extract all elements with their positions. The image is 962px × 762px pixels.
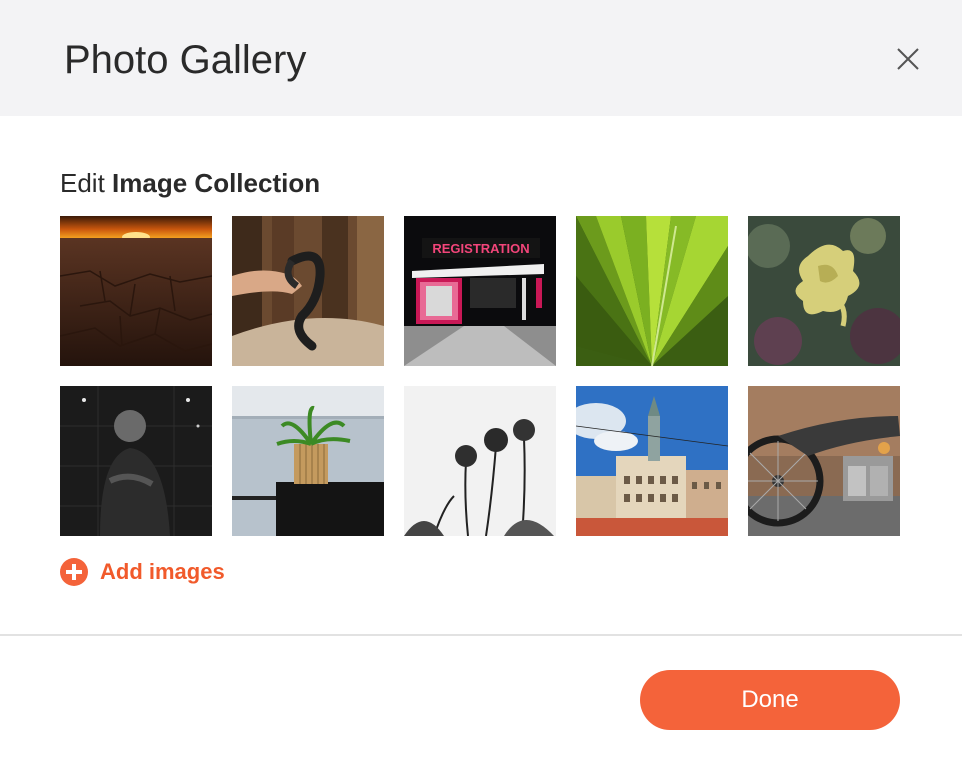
man-dark-room-image [60, 386, 212, 536]
allium-flowers-image [404, 386, 556, 536]
image-thumbnail-motorcycle[interactable] [748, 386, 900, 536]
footer-divider [0, 634, 962, 636]
image-thumbnail-city-building[interactable] [576, 386, 728, 536]
registration-building-image: REGISTRATION [404, 216, 556, 366]
dialog-title: Photo Gallery [64, 38, 307, 82]
dialog-header: Photo Gallery [0, 0, 962, 116]
seaweed-image [748, 216, 900, 366]
plus-circle-icon [60, 558, 88, 586]
image-grid: REGISTRATION [60, 216, 900, 536]
section-title-bold: Image Collection [112, 168, 321, 198]
section-title: Edit Image Collection [60, 167, 320, 199]
section-title-prefix: Edit [60, 168, 105, 198]
desert-sunset-image [60, 216, 212, 366]
hand-snake-image [232, 216, 384, 366]
close-icon [897, 48, 919, 70]
motorcycle-image [748, 386, 900, 536]
image-thumbnail-palm-leaf[interactable] [576, 216, 728, 366]
image-thumbnail-hand-snake[interactable] [232, 216, 384, 366]
image-thumbnail-registration[interactable]: REGISTRATION [404, 216, 556, 366]
palm-leaf-image [576, 216, 728, 366]
registration-sign: REGISTRATION [432, 241, 529, 256]
image-thumbnail-seaweed[interactable] [748, 216, 900, 366]
plant-balcony-image [232, 386, 384, 536]
add-images-button[interactable]: Add images [60, 557, 225, 587]
image-thumbnail-man-dark[interactable] [60, 386, 212, 536]
image-thumbnail-plant-balcony[interactable] [232, 386, 384, 536]
image-thumbnail-allium[interactable] [404, 386, 556, 536]
done-button[interactable]: Done [640, 670, 900, 730]
image-thumbnail-desert-sunset[interactable] [60, 216, 212, 366]
add-images-label: Add images [100, 559, 225, 584]
city-building-image [576, 386, 728, 536]
close-button[interactable] [890, 41, 926, 77]
